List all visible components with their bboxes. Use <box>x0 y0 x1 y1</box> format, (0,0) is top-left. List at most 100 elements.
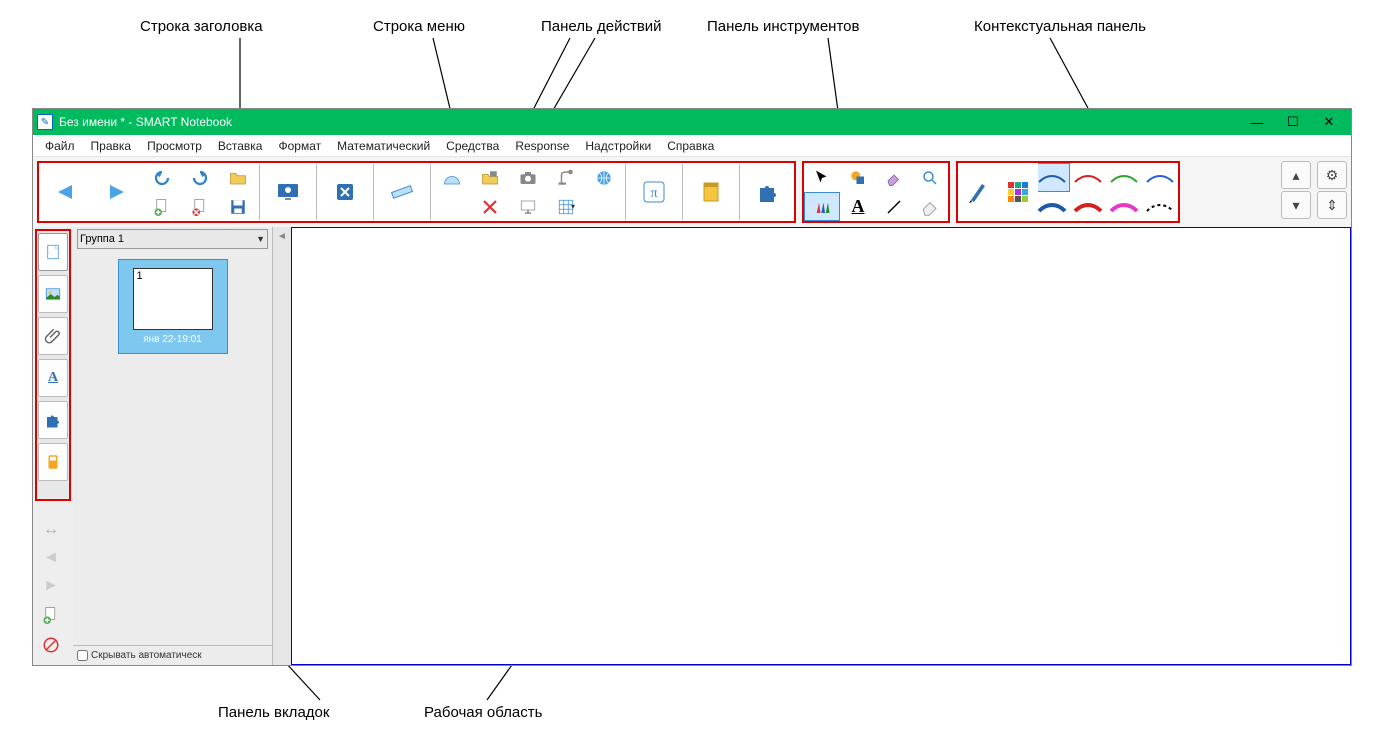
actions-panel: ▾ π <box>37 161 796 223</box>
line-blue-thin[interactable] <box>1142 163 1178 192</box>
open-folder-button[interactable] <box>219 163 257 192</box>
presentation-button[interactable] <box>509 192 547 221</box>
menu-edit[interactable]: Правка <box>83 135 140 157</box>
camera-button[interactable] <box>509 163 547 192</box>
protractor-button[interactable] <box>433 163 471 192</box>
blank-button[interactable] <box>433 192 471 221</box>
tab-response[interactable] <box>38 443 68 481</box>
doc-camera-button[interactable] <box>547 163 585 192</box>
pen-tool[interactable] <box>958 163 998 221</box>
tab-gallery[interactable] <box>38 275 68 313</box>
save-button[interactable] <box>219 192 257 221</box>
prev-page-button[interactable] <box>39 163 91 221</box>
pens-tool[interactable] <box>804 192 840 221</box>
annotation-title-bar: Строка заголовка <box>140 18 263 35</box>
title-bar: ✎ Без имени * - SMART Notebook ― ☐ ✕ <box>33 109 1351 135</box>
screen-shade-button[interactable] <box>319 163 371 221</box>
color-palette-button[interactable] <box>998 163 1038 221</box>
annotation-tabs-panel: Панель вкладок <box>218 704 329 721</box>
page-number: 1 <box>137 270 143 282</box>
globe-button[interactable] <box>585 163 623 192</box>
tab-page-sorter[interactable] <box>38 233 68 271</box>
blank2-button[interactable] <box>585 192 623 221</box>
window-title: Без имени * - SMART Notebook <box>59 115 1239 129</box>
ruler-button[interactable] <box>376 163 428 221</box>
move-toolbar-button[interactable]: ⇕ <box>1317 191 1347 219</box>
group-select[interactable]: Группа 1 ▼ <box>77 229 268 249</box>
line-red-thin[interactable] <box>1070 163 1106 192</box>
annotation-contextual-panel: Контекстуальная панель <box>974 18 1146 35</box>
text-tool[interactable]: A <box>840 192 876 221</box>
line-tool[interactable] <box>876 192 912 221</box>
autohide-label: Скрывать автоматическ <box>91 650 202 661</box>
app-icon: ✎ <box>37 114 53 130</box>
canvas-gutter: ◄ <box>273 227 291 665</box>
scroll-up-button[interactable]: ▴ <box>1281 161 1311 189</box>
side-resize-handle[interactable]: ↔ <box>43 521 59 539</box>
line-black-thick[interactable] <box>1034 192 1070 221</box>
screen-share-button[interactable] <box>262 163 314 221</box>
side-next-arrow[interactable]: ► <box>43 577 59 595</box>
puzzle-addon-button[interactable] <box>742 163 794 221</box>
scroll-down-button[interactable]: ▾ <box>1281 191 1311 219</box>
group-select-label: Группа 1 <box>80 233 124 245</box>
line-pink-thick[interactable] <box>1106 192 1142 221</box>
contextual-panel <box>956 161 1180 223</box>
side-tabs: A <box>35 229 71 501</box>
redo-button[interactable] <box>181 163 219 192</box>
tab-attachments[interactable] <box>38 317 68 355</box>
math-pi-button[interactable]: π <box>628 163 680 221</box>
autohide-checkbox[interactable] <box>77 650 88 661</box>
close-button[interactable]: ✕ <box>1311 109 1347 135</box>
menu-view[interactable]: Просмотр <box>139 135 210 157</box>
tab-addons[interactable] <box>38 401 68 439</box>
menu-format[interactable]: Формат <box>270 135 329 157</box>
side-block-page[interactable] <box>41 635 61 655</box>
delete-page-button[interactable] <box>181 192 219 221</box>
annotation-tools-panel: Панель инструментов <box>707 18 859 35</box>
svg-text:π: π <box>650 186 657 201</box>
new-page-button[interactable] <box>143 192 181 221</box>
magnifier-tool[interactable] <box>912 163 948 192</box>
side-nav-controls: ↔ ◄ ► <box>33 503 69 655</box>
capture-folder-button[interactable] <box>471 163 509 192</box>
next-page-button[interactable] <box>91 163 143 221</box>
select-tool[interactable] <box>804 163 840 192</box>
gutter-collapse-icon[interactable]: ◄ <box>277 231 287 242</box>
page-caption: янв 22-19:01 <box>143 334 202 345</box>
canvas[interactable] <box>291 227 1351 665</box>
shape-recognition-tool[interactable] <box>840 163 876 192</box>
minimize-button[interactable]: ― <box>1239 109 1275 135</box>
menu-addons[interactable]: Надстройки <box>577 135 659 157</box>
line-green-thin[interactable] <box>1106 163 1142 192</box>
menu-help[interactable]: Справка <box>659 135 722 157</box>
line-black-thin[interactable] <box>1034 163 1070 192</box>
maximize-button[interactable]: ☐ <box>1275 109 1311 135</box>
line-dashed[interactable] <box>1142 192 1178 221</box>
instruments-panel: A <box>802 161 950 223</box>
toolbar-strip: ▾ π A <box>33 157 1351 227</box>
side-new-page[interactable] <box>41 605 61 625</box>
line-red-thick[interactable] <box>1070 192 1106 221</box>
sticky-note-button[interactable] <box>685 163 737 221</box>
tab-properties[interactable]: A <box>38 359 68 397</box>
menu-insert[interactable]: Вставка <box>210 135 271 157</box>
undo-button[interactable] <box>143 163 181 192</box>
page-thumbnail[interactable]: 1 янв 22-19:01 <box>118 259 228 354</box>
menu-response[interactable]: Response <box>507 135 577 157</box>
menu-file[interactable]: Файл <box>37 135 83 157</box>
annotation-menu-bar: Строка меню <box>373 18 465 35</box>
menu-tools[interactable]: Средства <box>438 135 507 157</box>
menu-bar: Файл Правка Просмотр Вставка Формат Мате… <box>33 135 1351 157</box>
annotation-actions-panel: Панель действий <box>541 18 662 35</box>
eraser-small-tool[interactable] <box>876 163 912 192</box>
menu-math[interactable]: Математический <box>329 135 438 157</box>
delete-button[interactable] <box>471 192 509 221</box>
app-window: ✎ Без имени * - SMART Notebook ― ☐ ✕ Фай… <box>32 108 1352 666</box>
eraser-large-tool[interactable] <box>912 192 948 221</box>
table-button[interactable]: ▾ <box>547 192 585 221</box>
side-prev-arrow[interactable]: ◄ <box>43 549 59 567</box>
page-sorter: Группа 1 ▼ 1 янв 22-19:01 Скрывать автом… <box>73 227 273 665</box>
settings-button[interactable]: ⚙ <box>1317 161 1347 189</box>
dropdown-icon: ▼ <box>256 234 265 244</box>
